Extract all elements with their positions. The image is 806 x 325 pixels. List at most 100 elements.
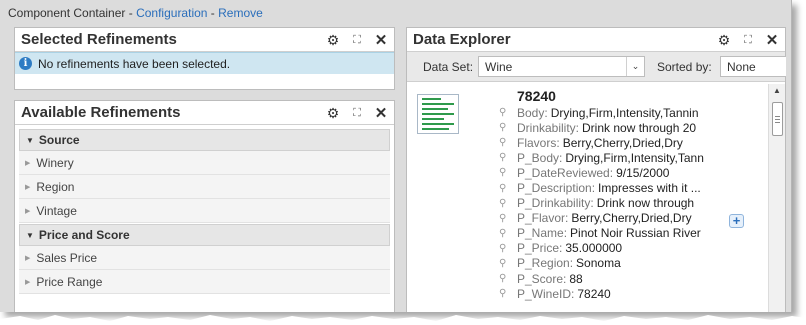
remove-link[interactable]: Remove <box>218 6 263 20</box>
attribute-row: ⚲ P_WineID: 78240 <box>499 286 704 301</box>
attribute-key: P_WineID: <box>517 286 575 301</box>
breadcrumb-prefix: Component Container - <box>8 6 137 20</box>
sorted-by-select[interactable]: None <box>720 56 786 77</box>
refinement-group-source[interactable]: ▼ Source <box>19 129 390 151</box>
refinement-item-vintage[interactable]: ▶ Vintage <box>19 199 390 223</box>
info-icon: i <box>19 57 32 70</box>
attribute-row: ⚲ P_Body: Drying,Firm,Intensity,Tann <box>499 150 704 165</box>
pin-icon[interactable]: ⚲ <box>499 198 517 209</box>
scrollbar-thumb[interactable] <box>772 102 783 136</box>
expand-triangle-icon: ▶ <box>25 159 31 167</box>
attribute-key: Body: <box>517 105 548 120</box>
attribute-row: ⚲ P_Score: 88 <box>499 271 704 286</box>
attribute-key: Flavors: <box>517 135 560 150</box>
attribute-value: Pinot Noir Russian River <box>570 226 701 241</box>
close-icon[interactable]: ✕ <box>372 104 390 122</box>
refinement-item-winery[interactable]: ▶ Winery <box>19 151 390 175</box>
scroll-up-icon[interactable]: ▲ <box>769 84 785 98</box>
attribute-value: Berry,Cherry,Dried,Dry <box>571 211 692 226</box>
refinement-item-price-range[interactable]: ▶ Price Range <box>19 270 390 294</box>
record-view: 78240 ⚲ Body: Drying,Firm,Intensity,Tannin… <box>407 84 768 312</box>
attribute-key: P_Drinkability: <box>517 196 594 211</box>
pin-icon[interactable]: ⚲ <box>499 288 517 299</box>
attribute-row: ⚲ P_Name: Pinot Noir Russian River <box>499 226 704 241</box>
refinement-item-region[interactable]: ▶ Region <box>19 175 390 199</box>
attribute-value: Impresses with it ... <box>598 181 701 196</box>
pin-icon[interactable]: ⚲ <box>499 137 517 148</box>
collapse-triangle-icon: ▼ <box>26 135 34 145</box>
collapse-triangle-icon: ▼ <box>26 230 34 240</box>
data-explorer-toolbar: Data Set: Wine ⌄ Sorted by: None <box>407 52 786 82</box>
pin-icon[interactable]: ⚲ <box>499 273 517 284</box>
pin-icon[interactable]: ⚲ <box>499 243 517 254</box>
data-explorer-header: Data Explorer ⚙ ⛶ ✕ <box>407 28 785 52</box>
attribute-value: 78240 <box>577 286 611 301</box>
attribute-row: ⚲ P_Description: Impresses with it ... <box>499 180 704 196</box>
pin-icon[interactable]: ⚲ <box>499 167 517 178</box>
no-refinements-message: i No refinements have been selected. <box>15 52 394 74</box>
pin-icon[interactable]: ⚲ <box>499 122 517 133</box>
group-label: Price and Score <box>38 228 130 242</box>
attribute-row: ⚲ Flavors: Berry,Cherry,Dried,Dry <box>499 135 704 150</box>
expand-triangle-icon: ▶ <box>25 278 31 286</box>
item-label: Winery <box>36 155 74 170</box>
attribute-row: ⚲ Drinkability: Drink now through 20 <box>499 120 704 135</box>
record-attributes: ⚲ Body: Drying,Firm,Intensity,Tannin ⚲ Drin… <box>499 105 704 301</box>
item-label: Price Range <box>36 274 103 289</box>
panel-title: Available Refinements <box>21 104 181 121</box>
attribute-key: P_Description: <box>517 181 596 196</box>
pin-icon[interactable]: ⚲ <box>499 152 517 163</box>
attribute-key: P_Flavor: <box>517 211 569 226</box>
close-icon[interactable]: ✕ <box>763 31 781 49</box>
attribute-row: ⚲ P_Region: Sonoma <box>499 256 704 271</box>
expand-description-button[interactable]: + <box>729 214 744 228</box>
attribute-value: 88 <box>569 271 583 286</box>
expand-icon[interactable]: ⛶ <box>348 104 366 122</box>
attribute-key: P_Body: <box>517 150 563 165</box>
attribute-value: Sonoma <box>576 256 621 271</box>
pin-icon[interactable]: ⚲ <box>499 258 517 269</box>
refinement-group-price-and-score[interactable]: ▼ Price and Score <box>19 224 390 246</box>
attribute-value: Berry,Cherry,Dried,Dry <box>562 135 683 150</box>
item-label: Sales Price <box>36 250 98 265</box>
record-id[interactable]: 78240 <box>517 88 556 104</box>
dropdown-arrow-icon: ⌄ <box>626 57 644 76</box>
attribute-row: ⚲ P_Flavor: Berry,Cherry,Dried,Dry <box>499 211 704 226</box>
breadcrumb-separator: - <box>207 6 219 20</box>
breadcrumb: Component Container - Configuration - Re… <box>8 6 263 20</box>
gear-icon[interactable]: ⚙ <box>715 31 733 49</box>
data-explorer-panel: Data Explorer ⚙ ⛶ ✕ Data Set: Wine ⌄ Sor… <box>406 27 786 312</box>
expand-icon[interactable]: ⛶ <box>739 31 757 49</box>
attribute-value: 9/15/2000 <box>616 165 670 180</box>
gear-icon[interactable]: ⚙ <box>324 31 342 49</box>
close-icon[interactable]: ✕ <box>372 31 390 49</box>
attribute-row: ⚲ Body: Drying,Firm,Intensity,Tannin <box>499 105 704 120</box>
configuration-link[interactable]: Configuration <box>136 6 207 20</box>
attribute-key: P_Price: <box>517 241 563 256</box>
attribute-value: 35.000000 <box>565 241 623 256</box>
pin-icon[interactable]: ⚲ <box>499 183 517 194</box>
attribute-value: Drying,Firm,Intensity,Tannin <box>550 105 699 120</box>
pin-icon[interactable]: ⚲ <box>499 228 517 239</box>
expand-triangle-icon: ▶ <box>25 183 31 191</box>
info-message: No refinements have been selected. <box>38 56 231 71</box>
group-label: Source <box>38 133 80 147</box>
pin-icon[interactable]: ⚲ <box>499 107 517 118</box>
selected-refinements-header: Selected Refinements ⚙ ⛶ ✕ <box>15 28 394 52</box>
dataset-value: Wine <box>485 60 513 74</box>
item-label: Vintage <box>36 203 77 218</box>
attribute-value: Drink now through <box>596 196 695 211</box>
attribute-value: Drink now through 20 <box>582 120 697 135</box>
record-thumbnail-icon[interactable] <box>417 94 459 134</box>
attribute-key: Drinkability: <box>517 120 580 135</box>
pin-icon[interactable]: ⚲ <box>499 213 517 224</box>
dataset-select[interactable]: Wine ⌄ <box>478 56 645 77</box>
available-refinements-header: Available Refinements ⚙ ⛶ ✕ <box>15 101 394 125</box>
panel-title: Selected Refinements <box>21 31 177 48</box>
panel-title: Data Explorer <box>413 31 511 48</box>
gear-icon[interactable]: ⚙ <box>324 104 342 122</box>
refinement-item-sales-price[interactable]: ▶ Sales Price <box>19 246 390 270</box>
vertical-scrollbar[interactable]: ▲ <box>768 84 785 312</box>
expand-icon[interactable]: ⛶ <box>348 31 366 49</box>
sorted-by-label: Sorted by: <box>657 60 712 74</box>
